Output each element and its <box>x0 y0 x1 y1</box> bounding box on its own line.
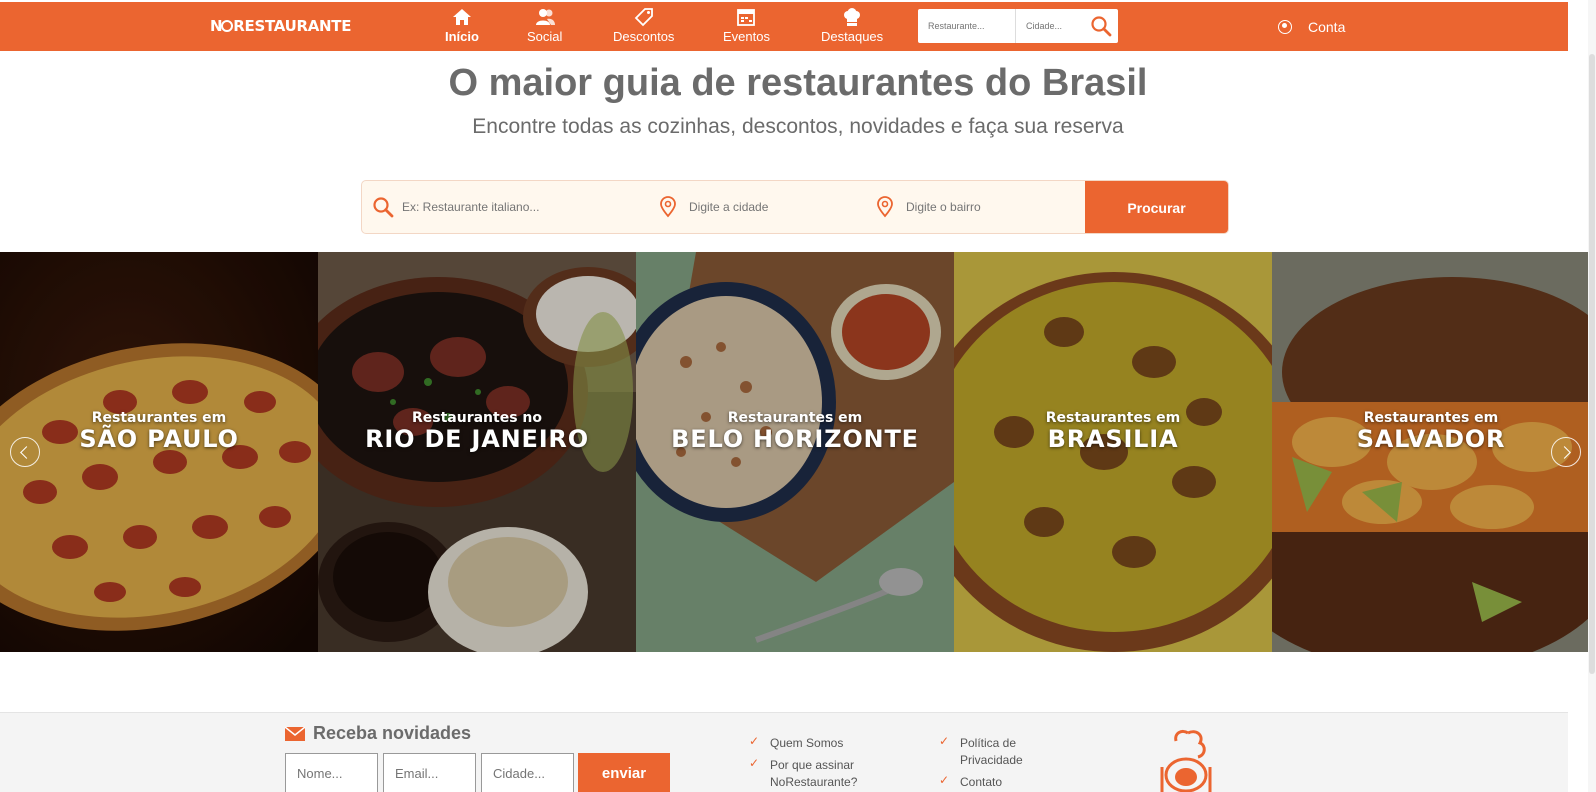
search-icon <box>373 197 394 218</box>
nav-item-descontos[interactable]: Descontos <box>613 7 674 44</box>
slide-prefix: Restaurantes em <box>1363 410 1499 426</box>
footer: Receba novidades enviar ✓ Quem Somos ✓ Por… <box>0 712 1568 792</box>
nav-label: Social <box>527 29 563 44</box>
user-icon <box>1278 20 1292 34</box>
slide-rio-de-janeiro[interactable]: Restaurantes no RIO DE JANEIRO <box>318 252 636 652</box>
slide-city: RIO DE JANEIRO <box>365 425 589 453</box>
home-icon <box>452 9 471 25</box>
newsletter-submit-button[interactable]: enviar <box>578 753 670 792</box>
newsletter-title-text: Receba novidades <box>313 723 472 743</box>
footer-link-label: Quem Somos <box>770 736 844 750</box>
page-title: O maior guia de restaurantes do Brasil <box>448 62 1148 104</box>
page-subtitle: Encontre todas as cozinhas, descontos, n… <box>472 115 1124 138</box>
footer-link-contato[interactable]: ✓ Contato <box>939 773 1050 791</box>
slide-prefix: Restaurantes no <box>411 410 542 426</box>
chef-mascot-logo <box>1160 729 1212 792</box>
main-search-bar: Procurar <box>361 180 1229 234</box>
city-carousel: Restaurantes em SÃO PAULO Restaurantes n… <box>0 252 1590 652</box>
nav-label: Eventos <box>723 29 770 44</box>
slide-city: BELO HORIZONTE <box>671 425 919 453</box>
check-icon: ✓ <box>749 734 760 748</box>
map-pin-icon <box>877 196 893 218</box>
envelope-icon <box>284 726 306 741</box>
nav-item-inicio[interactable]: Início <box>445 7 479 44</box>
slide-prefix: Restaurantes em <box>727 410 863 426</box>
nav-label: Descontos <box>613 29 675 44</box>
calendar-icon <box>737 9 756 26</box>
newsletter-city-input[interactable] <box>481 753 574 792</box>
account-link[interactable]: Conta <box>1278 19 1345 35</box>
nav-label: Início <box>445 29 479 44</box>
slide-caption: Restaurantes em BELO HORIZONTE <box>636 410 954 453</box>
nav-item-destaques[interactable]: Destaques <box>821 7 883 44</box>
users-icon <box>535 9 555 25</box>
newsletter-email-input[interactable] <box>383 753 476 792</box>
carousel-next-button[interactable] <box>1551 437 1581 467</box>
slide-caption: Restaurantes no RIO DE JANEIRO <box>318 410 636 453</box>
check-icon: ✓ <box>939 734 950 748</box>
slide-caption: Restaurantes em SÃO PAULO <box>0 410 318 453</box>
top-navbar: N RESTAURANTE Início Social Descontos Eve… <box>0 2 1568 51</box>
city-input[interactable] <box>689 181 869 233</box>
city-field <box>659 181 874 233</box>
slide-caption: Restaurantes em BRASILIA <box>954 410 1272 453</box>
footer-link-label: Por que assinar NoRestaurante? <box>770 758 858 789</box>
neighborhood-field <box>876 181 1086 233</box>
nav-label: Destaques <box>821 29 884 44</box>
scrollbar-thumb[interactable] <box>1589 54 1595 674</box>
slide-salvador[interactable]: Restaurantes em SALVADOR <box>1272 252 1590 652</box>
check-icon: ✓ <box>939 773 950 787</box>
carousel-prev-button[interactable] <box>10 437 40 467</box>
neighborhood-input[interactable] <box>906 181 1081 233</box>
search-icon[interactable] <box>1090 15 1112 37</box>
slide-prefix: Restaurantes em <box>1045 410 1181 426</box>
slide-prefix: Restaurantes em <box>91 410 227 426</box>
account-label: Conta <box>1308 19 1346 35</box>
slide-caption: Restaurantes em SALVADOR <box>1272 410 1590 453</box>
slide-sao-paulo[interactable]: Restaurantes em SÃO PAULO <box>0 252 318 652</box>
slide-brasilia[interactable]: Restaurantes em BRASILIA <box>954 252 1272 652</box>
slide-city: SALVADOR <box>1356 425 1506 453</box>
footer-link-privacidade[interactable]: ✓ Política de Privacidade <box>939 734 1050 769</box>
nav-item-eventos[interactable]: Eventos <box>723 7 770 44</box>
footer-link-por-que-assinar[interactable]: ✓ Por que assinar NoRestaurante? <box>749 756 880 791</box>
site-logo[interactable]: N RESTAURANTE <box>210 17 351 35</box>
search-button[interactable]: Procurar <box>1085 181 1228 233</box>
header-restaurant-input[interactable] <box>918 9 1016 43</box>
map-pin-icon <box>660 196 676 218</box>
slide-belo-horizonte[interactable]: Restaurantes em BELO HORIZONTE <box>636 252 954 652</box>
nav-item-social[interactable]: Social <box>527 7 562 44</box>
query-input[interactable] <box>402 181 647 233</box>
header-search <box>918 9 1118 43</box>
footer-link-label: Política de Privacidade <box>960 736 1023 767</box>
header-city-input[interactable] <box>1016 9 1088 43</box>
footer-link-label: Contato <box>960 775 1003 789</box>
slide-city: BRASILIA <box>1047 425 1179 453</box>
query-field <box>362 181 652 233</box>
newsletter-title: Receba novidades <box>284 723 472 744</box>
newsletter-name-input[interactable] <box>285 753 378 792</box>
footer-link-quem-somos[interactable]: ✓ Quem Somos <box>749 734 880 752</box>
tag-icon <box>634 8 653 27</box>
check-icon: ✓ <box>749 756 760 770</box>
chef-hat-icon <box>844 8 861 26</box>
slide-city: SÃO PAULO <box>79 425 239 453</box>
